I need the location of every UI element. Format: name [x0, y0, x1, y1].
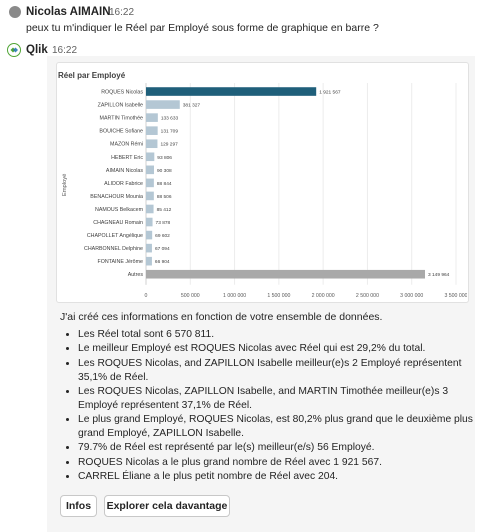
x-tick-label: 3 500 000 — [444, 293, 467, 299]
y-axis-title: Employé — [62, 174, 68, 197]
user-message-time: 16:22 — [109, 7, 135, 18]
bar[interactable] — [146, 87, 317, 96]
explore-further-button[interactable]: Explorer cela davantage — [104, 495, 230, 517]
data-label: 85 412 — [157, 207, 172, 213]
bar[interactable] — [146, 204, 154, 214]
bar[interactable] — [146, 243, 152, 253]
data-label: 67 094 — [155, 246, 170, 252]
data-label: 90 308 — [157, 168, 172, 174]
y-tick-label: MAZON Rémi — [110, 142, 143, 148]
data-label: 88 844 — [157, 181, 172, 187]
bot-message-time: 16:22 — [52, 45, 78, 56]
insight-item: Le meilleur Employé est ROQUES Nicolas a… — [78, 342, 482, 356]
bar[interactable] — [146, 178, 154, 188]
bar[interactable] — [146, 230, 153, 240]
x-tick-label: 500 000 — [181, 293, 200, 299]
y-tick-label: MARTIN Timothée — [100, 116, 144, 122]
insight-item: Les Réel total sont 6 570 811. — [78, 328, 482, 342]
data-label: 129 297 — [160, 142, 178, 148]
insights-list: Les Réel total sont 6 570 811.Le meilleu… — [60, 328, 482, 485]
insight-item: Les ROQUES Nicolas, and ZAPILLON Isabell… — [78, 357, 482, 384]
bar[interactable] — [146, 152, 155, 162]
data-label: 3 149 964 — [428, 272, 450, 278]
y-tick-label: ROQUES Nicolas — [101, 90, 143, 96]
bar[interactable] — [146, 139, 158, 149]
y-tick-label: CHAGNEAU Romain — [93, 220, 143, 226]
bar-chart[interactable]: 0 500 000 1 000 000 1 500 000 2 000 000 2 500… — [56, 62, 467, 301]
y-tick-label: ZAPILLON Isabelle — [98, 103, 143, 109]
bar[interactable] — [146, 191, 154, 201]
x-tick-label: 2 000 000 — [312, 293, 335, 299]
qlik-avatar[interactable] — [7, 43, 21, 57]
y-tick-label: BENACHOUR Mounia — [90, 194, 143, 200]
y-tick-label: Autres — [128, 272, 144, 278]
bar[interactable] — [146, 165, 154, 175]
y-tick-label: AIMAIN Nicolas — [106, 168, 143, 174]
summary-text: J'ai créé ces informations en fonction d… — [60, 311, 383, 323]
insight-item: ROQUES Nicolas a le plus grand nombre de… — [78, 456, 482, 470]
data-label: 133 633 — [161, 116, 179, 122]
insight-item: Le plus grand Employé, ROQUES Nicolas, e… — [78, 413, 482, 440]
x-tick-label: 3 000 000 — [400, 293, 423, 299]
bar[interactable] — [146, 126, 158, 135]
x-tick-label: 1 000 000 — [223, 293, 246, 299]
y-tick-label: HEBERT Eric — [111, 155, 143, 161]
bar[interactable] — [146, 100, 180, 109]
y-tick-label: NAMOUS Belkacem — [95, 207, 144, 213]
data-label: 1 921 567 — [319, 90, 341, 96]
user-message-text: peux tu m'indiquer le Réel par Employé s… — [26, 22, 379, 34]
data-label: 381 327 — [183, 103, 201, 109]
y-tick-label: CHARBONNEL Delphine — [84, 246, 143, 252]
user-avatar[interactable] — [9, 6, 21, 18]
bar[interactable] — [146, 256, 152, 266]
y-tick-label: FONTAINE Jérôme — [97, 259, 143, 265]
user-name[interactable]: Nicolas AIMAIN — [26, 6, 111, 18]
insight-item: CARREL Éliane a le plus petit nombre de … — [78, 470, 482, 484]
y-tick-label: CHAPOLLET Angélique — [87, 233, 143, 239]
insight-item: 79.7% de Réel est représenté par le(s) m… — [78, 441, 482, 455]
data-label: 131 709 — [161, 129, 179, 135]
bar[interactable] — [146, 269, 425, 279]
data-label: 73 878 — [156, 220, 171, 226]
data-label: 88 506 — [157, 194, 172, 200]
x-tick-label: 1 500 000 — [267, 293, 290, 299]
x-tick-label: 0 — [145, 293, 148, 299]
bar[interactable] — [146, 217, 153, 227]
qlik-logo-icon — [7, 43, 21, 57]
y-tick-label: BOUICHE Sofiane — [99, 129, 143, 135]
bar[interactable] — [146, 113, 158, 122]
y-tick-label: ALIDOR Fabrice — [104, 181, 143, 187]
infos-button[interactable]: Infos — [60, 495, 97, 517]
data-label: 66 904 — [155, 259, 170, 265]
x-tick-label: 2 500 000 — [356, 293, 379, 299]
bot-name[interactable]: Qlik — [26, 44, 48, 56]
data-label: 93 806 — [157, 155, 172, 161]
insight-item: Les ROQUES Nicolas, ZAPILLON Isabelle, a… — [78, 385, 482, 412]
data-label: 69 602 — [155, 233, 170, 239]
